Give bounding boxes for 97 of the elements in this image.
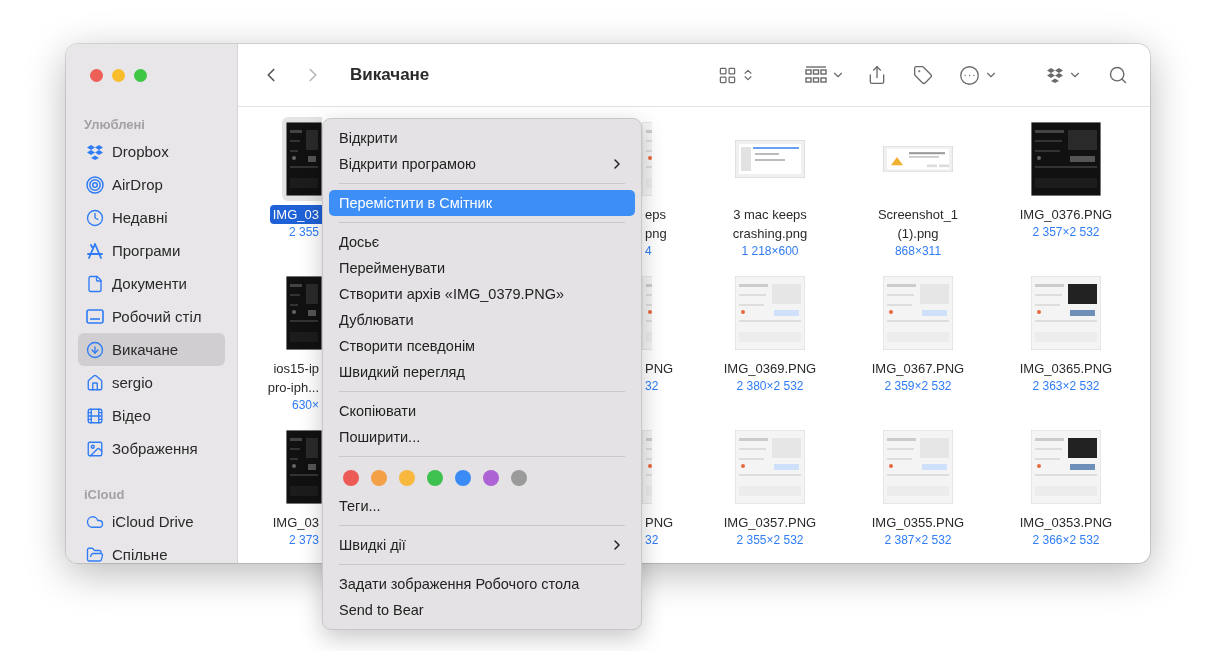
- close-button[interactable]: [90, 69, 103, 82]
- file-dimensions: 2 380×2 532: [735, 378, 805, 395]
- file-dimensions: 2 359×2 532: [883, 378, 953, 395]
- file-name: IMG_0357.PNG: [722, 514, 818, 532]
- menu-item[interactable]: Швидкий перегляд: [329, 359, 635, 385]
- file-name: IMG_0376.PNG: [1018, 206, 1114, 224]
- diamonds-icon: [86, 143, 104, 160]
- sidebar-item[interactable]: Спільне: [78, 538, 225, 563]
- group-button[interactable]: [805, 66, 845, 84]
- search-button[interactable]: [1108, 65, 1128, 85]
- file-dimensions: 2 363×2 532: [1031, 378, 1101, 395]
- tag-dot[interactable]: [371, 470, 387, 486]
- share-button[interactable]: [867, 65, 887, 85]
- file-name: (1).png: [896, 225, 940, 243]
- tag-dot[interactable]: [455, 470, 471, 486]
- file-name: 3 mac keeps: [732, 206, 808, 224]
- file-name: IMG_0365.PNG: [1018, 360, 1114, 378]
- tag-dot[interactable]: [483, 470, 499, 486]
- file-name: IMG_0355.PNG: [870, 514, 966, 532]
- file-dimensions: 32: [644, 532, 660, 549]
- diamonds-icon: [1046, 67, 1064, 83]
- grid-icon: [718, 65, 737, 85]
- menu-item[interactable]: Поширити...: [329, 424, 635, 450]
- share-icon: [867, 65, 887, 85]
- menu-item[interactable]: Досьє: [329, 229, 635, 255]
- sidebar-item[interactable]: Викачане: [78, 333, 225, 366]
- file-dimensions: 4: [644, 243, 653, 260]
- menu-item[interactable]: Скопіювати: [329, 398, 635, 424]
- file-dimensions: 1 218×600: [740, 243, 800, 260]
- file-dimensions: 2 373: [287, 532, 320, 549]
- search-icon: [1108, 65, 1128, 85]
- menu-item[interactable]: Створити псевдонім: [329, 333, 635, 359]
- file-name: IMG_0367.PNG: [870, 360, 966, 378]
- section-title: iCloud: [83, 486, 126, 504]
- file-dimensions: 2 355: [287, 224, 320, 241]
- zoom-button[interactable]: [134, 69, 147, 82]
- file-dimensions: 2 387×2 532: [883, 532, 953, 549]
- sidebar-item[interactable]: Документи: [78, 267, 225, 300]
- menu-item[interactable]: Відкрити: [329, 125, 635, 151]
- menu-item[interactable]: Відкрити програмою: [329, 151, 635, 177]
- file-dimensions: 868×311: [893, 243, 943, 260]
- apps-icon: [86, 241, 104, 260]
- file-name: PNG: [644, 360, 675, 378]
- section-title: Улюблені: [83, 116, 146, 134]
- sidebar-item[interactable]: Зображення: [78, 432, 225, 465]
- home-icon: [86, 373, 104, 392]
- sidebar-item[interactable]: sergio: [78, 366, 225, 399]
- tag-dot[interactable]: [399, 470, 415, 486]
- sidebar-item[interactable]: Dropbox: [78, 135, 225, 168]
- menu-item[interactable]: Задати зображення Робочого стола: [329, 571, 635, 597]
- image-icon: [86, 439, 104, 458]
- menu-item[interactable]: Створити архів «IMG_0379.PNG»: [329, 281, 635, 307]
- file-name: IMG_03: [271, 514, 320, 532]
- menu-item[interactable]: Send to Bear: [329, 597, 635, 623]
- menu-item[interactable]: Перейменувати: [329, 255, 635, 281]
- tag-dot[interactable]: [343, 470, 359, 486]
- more-button[interactable]: [959, 64, 998, 86]
- tag-dot[interactable]: [427, 470, 443, 486]
- folder-icon: [86, 545, 104, 563]
- file-name: PNG: [644, 514, 675, 532]
- tag-dot[interactable]: [511, 470, 527, 486]
- menu-item[interactable]: Швидкі дії: [329, 532, 635, 558]
- file-dimensions: 2 355×2 532: [735, 532, 805, 549]
- sidebar-item[interactable]: Програми: [78, 234, 225, 267]
- file-name: png: [644, 225, 668, 243]
- sidebar-item[interactable]: Відео: [78, 399, 225, 432]
- file-icon: [86, 274, 104, 293]
- signal-rings-icon: [86, 175, 104, 194]
- file-dimensions: 2 366×2 532: [1031, 532, 1101, 549]
- menu-item[interactable]: Дублювати: [329, 307, 635, 333]
- sidebar-item[interactable]: Робочий стіл: [78, 300, 225, 333]
- sidebar-item[interactable]: Недавні: [78, 201, 225, 234]
- minimize-button[interactable]: [112, 69, 125, 82]
- dropbox-button[interactable]: [1046, 67, 1082, 83]
- file-name: ios15-ip: [272, 360, 320, 378]
- group-grid-icon: [805, 66, 827, 84]
- sidebar-item[interactable]: AirDrop: [78, 168, 225, 201]
- file-dimensions: 32: [644, 378, 660, 395]
- desktop-icon: [86, 309, 104, 324]
- tag-icon: [913, 65, 933, 85]
- ellipsis-icon: [959, 64, 980, 86]
- file-name: crashing.png: [731, 225, 809, 243]
- tag-button[interactable]: [913, 65, 933, 85]
- download-icon: [86, 340, 104, 359]
- file-name: pro-iph...: [266, 379, 320, 397]
- file-name: IMG_03: [269, 205, 322, 224]
- file-name: Screenshot_1: [876, 206, 960, 224]
- file-name: IMG_0369.PNG: [722, 360, 818, 378]
- clock-icon: [86, 208, 104, 227]
- film-icon: [86, 406, 104, 425]
- menu-item[interactable]: Теги...: [329, 493, 635, 519]
- window-title: Викачане: [350, 65, 431, 85]
- file-dimensions: 630×: [290, 397, 320, 414]
- file-name: eps: [644, 206, 667, 224]
- file-dimensions: 2 357×2 532: [1031, 224, 1101, 241]
- sidebar-item[interactable]: iCloud Drive: [78, 505, 225, 538]
- file-name: IMG_0353.PNG: [1018, 514, 1114, 532]
